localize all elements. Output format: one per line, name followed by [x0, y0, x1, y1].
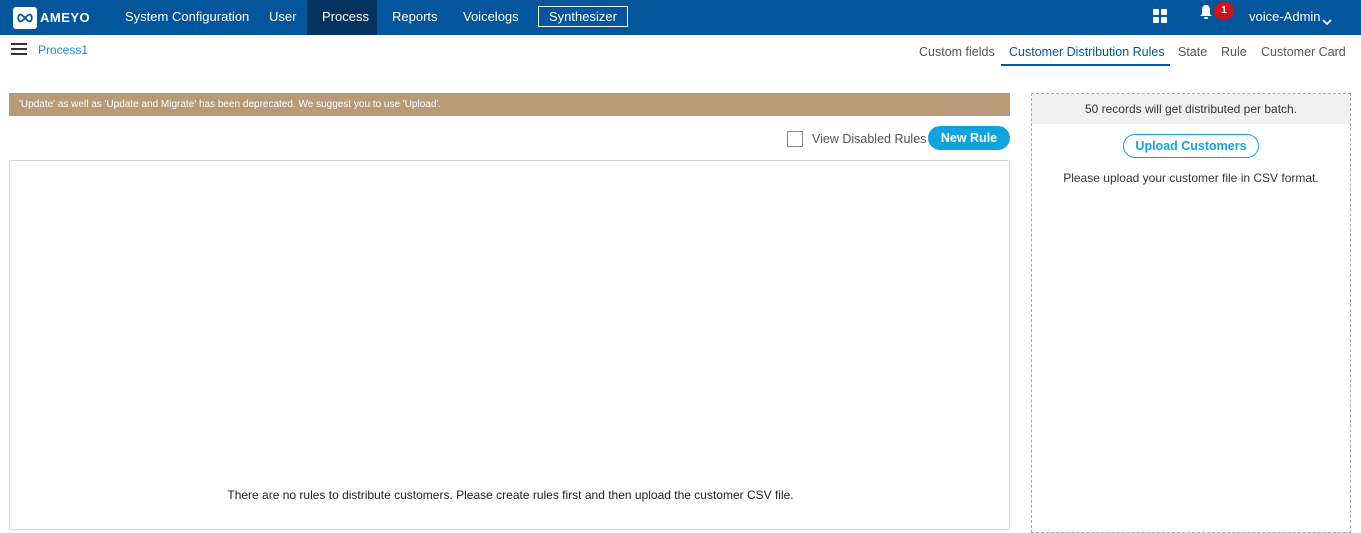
synthesizer-button[interactable]: Synthesizer	[538, 6, 628, 27]
bell-icon[interactable]	[1199, 4, 1213, 25]
upload-customers-button[interactable]: Upload Customers	[1123, 134, 1259, 158]
view-disabled-rules-label[interactable]: View Disabled Rules	[812, 132, 926, 146]
logo-text: AMEYO	[40, 10, 91, 25]
chevron-down-icon[interactable]	[1322, 13, 1332, 31]
tab-custom-fields[interactable]: Custom fields	[919, 45, 995, 59]
view-disabled-rules-checkbox[interactable]	[787, 131, 803, 147]
hamburger-menu-icon[interactable]	[11, 43, 27, 55]
top-navbar: AMEYO System Configuration User Process …	[0, 0, 1361, 35]
tab-rule[interactable]: Rule	[1221, 45, 1247, 59]
upload-hint: Please upload your customer file in CSV …	[1063, 171, 1319, 185]
upload-panel: 50 records will get distributed per batc…	[1031, 93, 1351, 533]
tab-state[interactable]: State	[1178, 45, 1207, 59]
apps-grid-icon[interactable]	[1153, 9, 1167, 23]
breadcrumb-process[interactable]: Process1	[38, 43, 88, 57]
nav-user[interactable]: User	[254, 0, 311, 35]
nav-process[interactable]: Process	[307, 0, 377, 35]
notification-badge[interactable]: 1	[1214, 2, 1234, 20]
active-tab-indicator	[1001, 64, 1170, 66]
user-menu[interactable]: voice-Admin	[1249, 0, 1321, 35]
tab-customer-card[interactable]: Customer Card	[1261, 45, 1346, 59]
nav-voicelogs[interactable]: Voicelogs	[448, 0, 534, 35]
batch-info: 50 records will get distributed per batc…	[1032, 94, 1350, 124]
ameyo-logo[interactable]: AMEYO	[13, 6, 90, 29]
empty-rules-message: There are no rules to distribute custome…	[227, 488, 794, 502]
deprecation-notice: 'Update' as well as 'Update and Migrate'…	[9, 93, 1010, 116]
infinity-logo-icon	[13, 6, 37, 29]
new-rule-button[interactable]: New Rule	[928, 126, 1010, 150]
tab-customer-distribution-rules[interactable]: Customer Distribution Rules	[1009, 45, 1165, 59]
nav-reports[interactable]: Reports	[377, 0, 453, 35]
nav-system-configuration[interactable]: System Configuration	[110, 0, 264, 35]
rules-list-panel: There are no rules to distribute custome…	[9, 160, 1010, 530]
